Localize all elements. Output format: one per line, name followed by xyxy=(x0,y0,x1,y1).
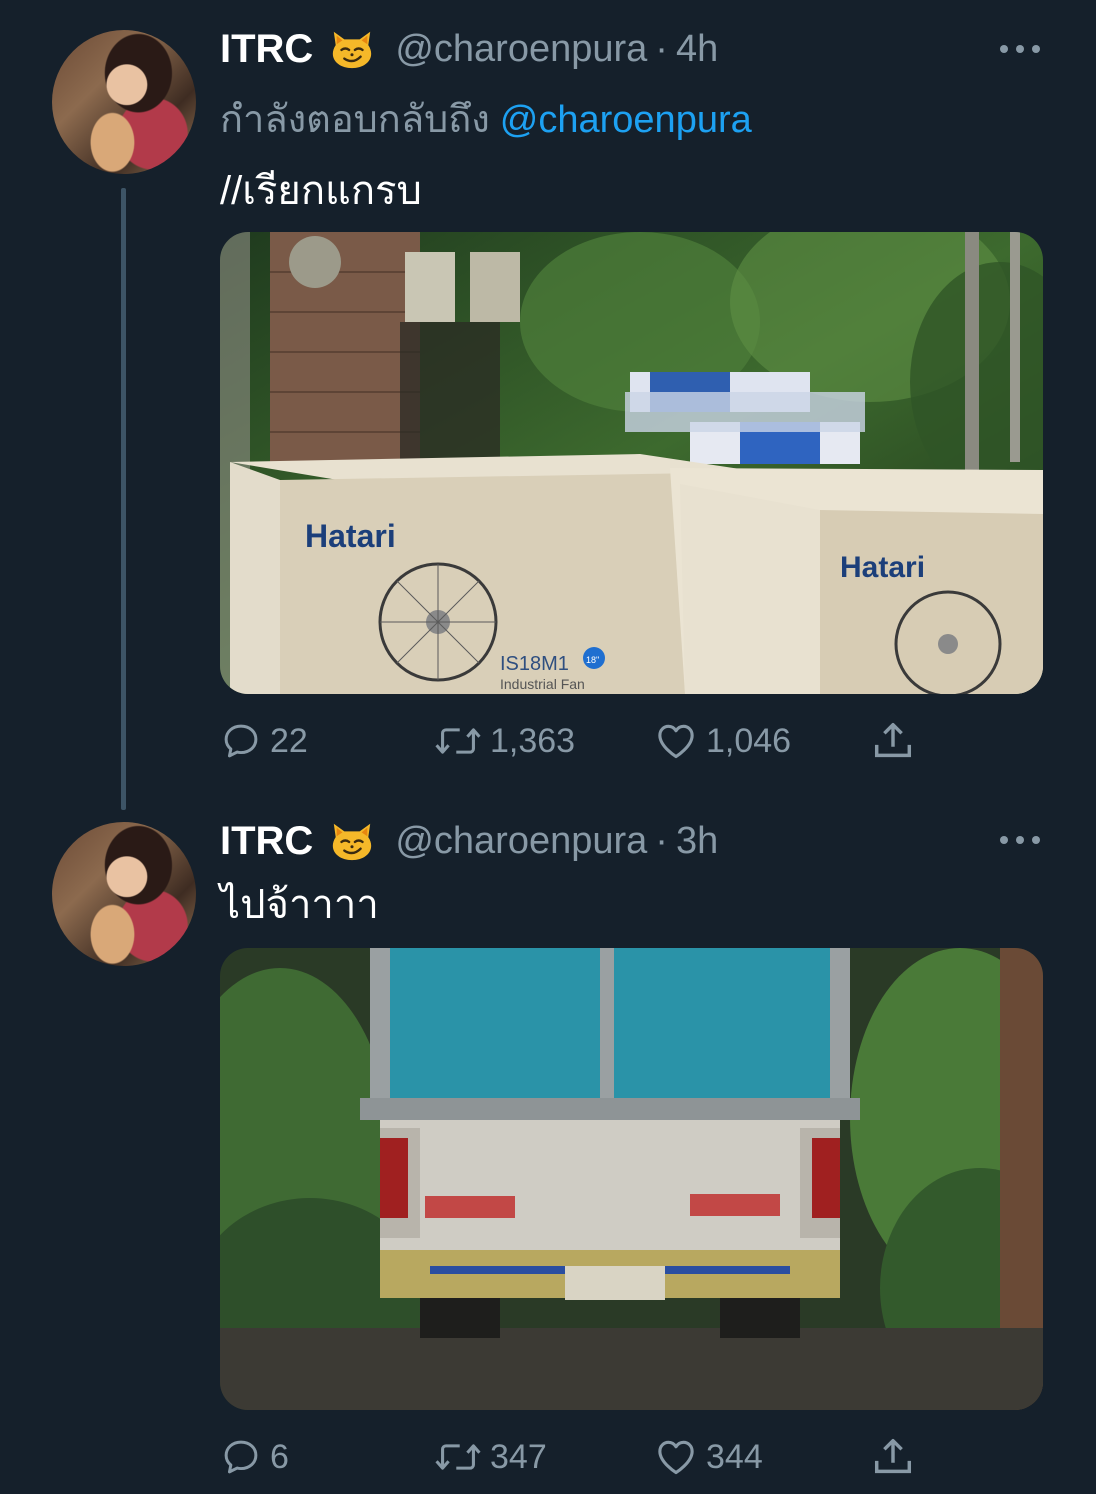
timeline: ITRC @charoenpura · 4h กำลังตอบกลับถึง @c… xyxy=(0,0,1096,1494)
timestamp[interactable]: 4h xyxy=(676,28,718,71)
avatar[interactable] xyxy=(52,30,196,174)
like-icon xyxy=(654,1435,698,1479)
reply-icon xyxy=(220,1436,262,1478)
reply-count: 6 xyxy=(270,1437,289,1476)
smirking-cat-icon xyxy=(329,818,375,864)
smirking-cat-icon xyxy=(329,26,375,72)
user-handle[interactable]: @charoenpura xyxy=(395,28,647,71)
tweet-header: ITRC @charoenpura · 3h xyxy=(220,816,718,866)
timestamp[interactable]: 3h xyxy=(676,820,718,863)
share-icon xyxy=(870,718,916,764)
share-icon xyxy=(870,1434,916,1480)
tweet-actions: 6 347 344 xyxy=(0,1432,1096,1482)
tweet-photo-pickup-truck[interactable] xyxy=(220,948,1043,1410)
tweet-text: //เรียกแกรบ xyxy=(220,169,422,213)
more-icon[interactable] xyxy=(1000,833,1040,847)
retweet-icon xyxy=(434,1436,482,1478)
like-button[interactable]: 1,046 xyxy=(654,716,791,766)
retweet-button[interactable]: 347 xyxy=(434,1432,547,1482)
reply-count: 22 xyxy=(270,721,308,760)
brand-label: Hatari xyxy=(305,518,396,554)
reply-button[interactable]: 22 xyxy=(220,716,308,766)
like-icon xyxy=(654,719,698,763)
share-button[interactable] xyxy=(870,716,916,766)
separator: · xyxy=(655,27,668,70)
like-button[interactable]: 344 xyxy=(654,1432,763,1482)
more-icon[interactable] xyxy=(1000,42,1040,56)
share-button[interactable] xyxy=(870,1432,916,1482)
replying-to-label: กำลังตอบกลับถึง xyxy=(220,99,490,141)
size-badge: 18" xyxy=(586,655,599,665)
reply-button[interactable]: 6 xyxy=(220,1432,289,1482)
tweet-header: ITRC @charoenpura · 4h xyxy=(220,24,718,74)
brand-label-right: Hatari xyxy=(840,551,925,584)
tweet-text: ไปจ้าาาา xyxy=(220,883,379,927)
tweet[interactable]: ITRC @charoenpura · 4h กำลังตอบกลับถึง @c… xyxy=(0,0,1096,800)
user-handle[interactable]: @charoenpura xyxy=(395,820,647,863)
like-count: 344 xyxy=(706,1437,763,1476)
tweet[interactable]: ITRC @charoenpura · 3h ไปจ้าาาา 6 347 34… xyxy=(0,800,1096,1494)
separator: · xyxy=(655,819,668,862)
mention-link[interactable]: @charoenpura xyxy=(500,99,752,141)
retweet-count: 347 xyxy=(490,1437,547,1476)
tweet-photo-fan-boxes[interactable]: Hatari IS18M1 18" Industrial Fan Hatari xyxy=(220,232,1043,694)
replying-to: กำลังตอบกลับถึง @charoenpura xyxy=(220,88,752,149)
reply-icon xyxy=(220,720,262,762)
model-label: IS18M1 xyxy=(500,653,569,675)
retweet-count: 1,363 xyxy=(490,721,576,760)
photo-fan-boxes: Hatari IS18M1 18" Industrial Fan Hatari xyxy=(220,232,1043,694)
tweet-actions: 22 1,363 1,046 xyxy=(0,716,1096,766)
display-name[interactable]: ITRC xyxy=(220,819,313,864)
caption-label: Industrial Fan xyxy=(500,676,585,692)
retweet-button[interactable]: 1,363 xyxy=(434,716,575,766)
display-name[interactable]: ITRC xyxy=(220,27,313,72)
like-count: 1,046 xyxy=(706,721,792,760)
retweet-icon xyxy=(434,720,482,762)
photo-pickup-truck xyxy=(220,948,1043,1410)
avatar[interactable] xyxy=(52,822,196,966)
